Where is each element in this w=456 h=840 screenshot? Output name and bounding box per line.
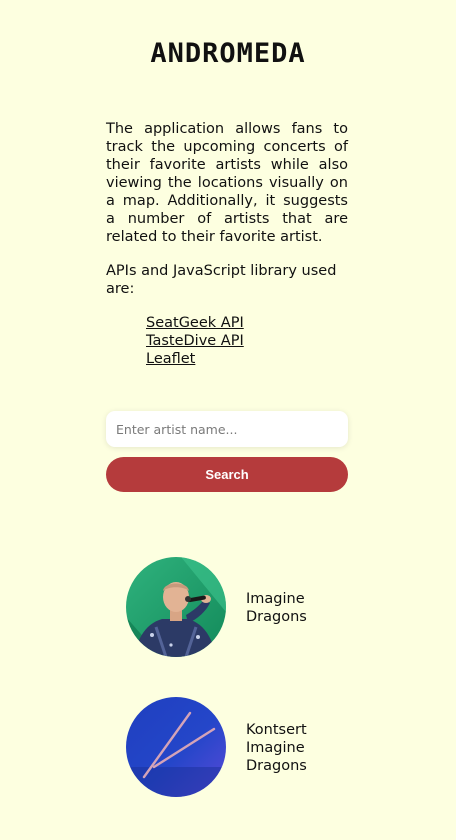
artist-avatar[interactable] bbox=[126, 697, 226, 797]
api-link-list: SeatGeek API TasteDive API Leaflet bbox=[146, 314, 244, 368]
artist-search-input[interactable] bbox=[106, 411, 348, 447]
api-list-item: Leaflet bbox=[146, 350, 244, 368]
tastedive-api-link[interactable]: TasteDive API bbox=[146, 333, 244, 349]
seatgeek-api-link[interactable]: SeatGeek API bbox=[146, 315, 244, 331]
artist-avatar[interactable] bbox=[126, 557, 226, 657]
singer-performing-photo bbox=[126, 557, 226, 657]
app-brand-title: ANDROMEDA bbox=[150, 38, 306, 69]
api-list-item: TasteDive API bbox=[146, 332, 244, 350]
leaflet-link[interactable]: Leaflet bbox=[146, 351, 195, 367]
artist-name: Kontsert Imagine Dragons bbox=[246, 722, 307, 774]
artist-result-card[interactable]: Kontsert Imagine Dragons bbox=[126, 697, 356, 797]
search-button[interactable]: Search bbox=[106, 457, 348, 492]
artist-result-card[interactable]: Imagine Dragons bbox=[126, 557, 356, 657]
app-description: The application allows fans to track the… bbox=[106, 121, 348, 245]
apis-heading: APIs and JavaScript library used are: bbox=[106, 263, 337, 297]
api-list-item: SeatGeek API bbox=[146, 314, 244, 332]
drumsticks-blue-photo bbox=[126, 697, 226, 797]
artist-name: Imagine Dragons bbox=[246, 591, 307, 625]
